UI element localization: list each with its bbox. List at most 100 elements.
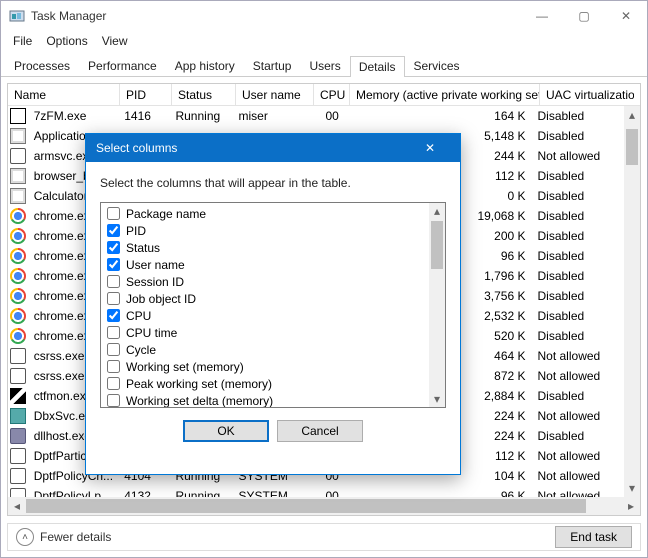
columns-listbox: Package namePID Status User name Session ID… — [100, 202, 446, 408]
column-checkbox[interactable] — [107, 326, 120, 339]
column-checkbox[interactable] — [107, 275, 120, 288]
tab-app-history[interactable]: App history — [166, 55, 244, 76]
process-icon — [8, 408, 28, 424]
dialog-title: Select columns — [96, 141, 410, 155]
close-button[interactable]: ✕ — [605, 2, 647, 30]
column-option[interactable]: User name — [105, 256, 425, 273]
cell-uac: Disabled — [532, 309, 624, 323]
app-icon — [9, 8, 25, 24]
column-option-label: Status — [126, 241, 160, 255]
cell-name: DptfPolicyLp... — [28, 489, 119, 497]
column-checkbox[interactable] — [107, 343, 120, 356]
cell-uac: Disabled — [532, 249, 624, 263]
tab-processes[interactable]: Processes — [5, 55, 79, 76]
scroll-thumb[interactable] — [626, 129, 638, 165]
cancel-button[interactable]: Cancel — [277, 420, 363, 442]
tab-startup[interactable]: Startup — [244, 55, 301, 76]
scroll-down-icon[interactable]: ▾ — [624, 479, 640, 497]
fewer-details-button[interactable]: ˄ Fewer details — [16, 528, 111, 546]
titlebar[interactable]: Task Manager — ▢ ✕ — [1, 1, 647, 31]
tab-details[interactable]: Details — [350, 56, 405, 77]
menu-options[interactable]: Options — [40, 32, 93, 50]
cell-pid: 1416 — [118, 109, 169, 123]
list-scroll-down-icon[interactable]: ▾ — [429, 391, 445, 407]
column-checkbox[interactable] — [107, 241, 120, 254]
cell-cpu: 00 — [309, 109, 345, 123]
select-columns-dialog: Select columns ✕ Select the columns that… — [85, 133, 461, 475]
ok-button[interactable]: OK — [183, 420, 269, 442]
column-checkbox[interactable] — [107, 377, 120, 390]
process-icon — [8, 128, 28, 144]
column-option[interactable]: CPU time — [105, 324, 425, 341]
column-checkbox[interactable] — [107, 309, 120, 322]
process-icon — [8, 148, 28, 164]
process-icon — [8, 268, 28, 284]
table-row[interactable]: 7zFM.exe1416Runningmiser00164 KDisabled — [8, 106, 624, 126]
scroll-left-icon[interactable]: ◂ — [8, 497, 26, 515]
column-checkbox[interactable] — [107, 292, 120, 305]
column-option[interactable]: Working set (memory) — [105, 358, 425, 375]
col-memory[interactable]: Memory (active private working set) — [350, 84, 540, 105]
process-icon — [8, 208, 28, 224]
dialog-close-button[interactable]: ✕ — [410, 141, 450, 155]
column-option-label: User name — [126, 258, 185, 272]
listbox-scrollbar[interactable]: ▴ ▾ — [429, 203, 445, 407]
column-checkbox[interactable] — [107, 224, 120, 237]
column-checkbox[interactable] — [107, 258, 120, 271]
column-option[interactable]: Peak working set (memory) — [105, 375, 425, 392]
col-uac[interactable]: UAC virtualization — [540, 84, 634, 105]
tab-users[interactable]: Users — [300, 55, 349, 76]
column-option[interactable]: Status — [105, 239, 425, 256]
close-icon: ✕ — [621, 9, 631, 23]
process-icon — [8, 468, 28, 484]
horizontal-scrollbar[interactable]: ◂ ▸ — [8, 497, 640, 515]
process-icon — [8, 108, 28, 124]
process-icon — [8, 168, 28, 184]
cell-uac: Disabled — [532, 189, 624, 203]
list-scroll-up-icon[interactable]: ▴ — [429, 203, 445, 219]
minimize-button[interactable]: — — [521, 2, 563, 30]
cell-uac: Disabled — [532, 209, 624, 223]
menu-file[interactable]: File — [7, 32, 38, 50]
tab-services[interactable]: Services — [405, 55, 469, 76]
process-icon — [8, 368, 28, 384]
end-task-button[interactable]: End task — [555, 526, 632, 548]
hscroll-thumb[interactable] — [26, 499, 586, 513]
list-scroll-thumb[interactable] — [431, 221, 443, 269]
dialog-titlebar[interactable]: Select columns ✕ — [86, 134, 460, 162]
column-option-label: Working set delta (memory) — [126, 394, 273, 408]
column-option[interactable]: CPU — [105, 307, 425, 324]
process-icon — [8, 348, 28, 364]
col-status[interactable]: Status — [172, 84, 236, 105]
column-option[interactable]: Working set delta (memory) — [105, 392, 425, 407]
col-name[interactable]: Name — [8, 84, 120, 105]
process-icon — [8, 388, 28, 404]
menu-view[interactable]: View — [96, 32, 134, 50]
column-checkbox[interactable] — [107, 207, 120, 220]
cell-uac: Not allowed — [532, 449, 624, 463]
column-option-label: Session ID — [126, 275, 184, 289]
vertical-scrollbar[interactable]: ▴ ▾ — [624, 106, 640, 497]
cell-cpu: 00 — [309, 489, 345, 497]
column-option[interactable]: Cycle — [105, 341, 425, 358]
column-option[interactable]: Package name — [105, 205, 425, 222]
tabstrip: Processes Performance App history Startu… — [1, 51, 647, 77]
cell-uac: Not allowed — [532, 409, 624, 423]
column-checkbox[interactable] — [107, 394, 120, 407]
scroll-up-icon[interactable]: ▴ — [624, 106, 640, 124]
column-checkbox[interactable] — [107, 360, 120, 373]
col-pid[interactable]: PID — [120, 84, 172, 105]
col-user[interactable]: User name — [236, 84, 314, 105]
table-row[interactable]: DptfPolicyLp...4132RunningSYSTEM0096 KNo… — [8, 486, 624, 497]
cell-uac: Disabled — [532, 429, 624, 443]
col-cpu[interactable]: CPU — [314, 84, 350, 105]
process-icon — [8, 228, 28, 244]
column-option[interactable]: PID — [105, 222, 425, 239]
scroll-right-icon[interactable]: ▸ — [622, 497, 640, 515]
maximize-button[interactable]: ▢ — [563, 2, 605, 30]
column-option-label: CPU — [126, 309, 151, 323]
column-option[interactable]: Job object ID — [105, 290, 425, 307]
cell-status: Running — [169, 109, 232, 123]
column-option[interactable]: Session ID — [105, 273, 425, 290]
tab-performance[interactable]: Performance — [79, 55, 166, 76]
